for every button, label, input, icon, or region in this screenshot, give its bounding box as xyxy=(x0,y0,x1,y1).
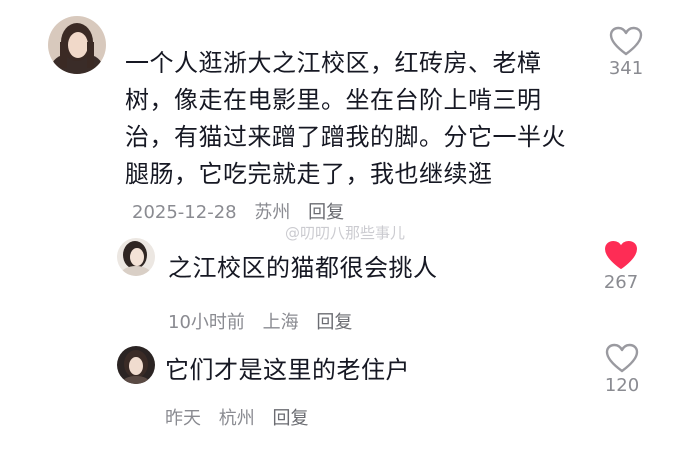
comment-line: 治，有猫过来蹭了蹭我的脚。分它一半火 xyxy=(125,123,566,151)
avatar-user-1[interactable] xyxy=(48,16,106,74)
like-count: 120 xyxy=(604,375,640,396)
comment-text-3: 它们才是这里的老住户 xyxy=(165,356,410,384)
comment-meta-3: 昨天 杭州 回复 xyxy=(165,404,320,430)
comment-line: 腿肠，它吃完就走了，我也继续逛 xyxy=(125,160,493,188)
like-count: 267 xyxy=(603,272,639,293)
comment-date: 2025-12-28 xyxy=(132,202,237,223)
comment-date: 10小时前 xyxy=(168,312,245,333)
comment-date: 昨天 xyxy=(165,408,201,429)
comment-meta-1: 2025-12-28 苏州 回复 xyxy=(132,198,356,224)
like-button-1[interactable]: 341 xyxy=(596,26,656,79)
avatar-user-3[interactable] xyxy=(117,346,155,384)
reply-button[interactable]: 回复 xyxy=(308,202,344,223)
heart-outline-icon xyxy=(609,26,643,56)
comment-line: 一个人逛浙大之江校区，红砖房、老樟 xyxy=(125,49,542,77)
comment-line: 树，像走在电影里。坐在台阶上啃三明 xyxy=(125,86,542,114)
comment-location: 杭州 xyxy=(218,408,255,429)
comment-meta-2: 10小时前 上海 回复 xyxy=(168,308,364,334)
comment-text-1: 一个人逛浙大之江校区，红砖房、老樟 树，像走在电影里。坐在台阶上啃三明 治，有猫… xyxy=(125,45,585,193)
avatar-user-2[interactable] xyxy=(117,238,155,276)
like-button-3[interactable]: 120 xyxy=(592,343,652,396)
avatar-image xyxy=(48,16,106,74)
avatar-image xyxy=(117,346,155,384)
like-count: 341 xyxy=(608,58,644,79)
like-button-2[interactable]: 267 xyxy=(591,240,651,293)
avatar-image xyxy=(117,238,155,276)
comment-text-2: 之江校区的猫都很会挑人 xyxy=(168,254,438,282)
comment-location: 苏州 xyxy=(254,202,291,223)
reply-button[interactable]: 回复 xyxy=(272,408,308,429)
reply-button[interactable]: 回复 xyxy=(316,312,352,333)
comment-location: 上海 xyxy=(262,312,299,333)
watermark: @叨叨八那些事儿 xyxy=(285,224,406,242)
heart-filled-icon xyxy=(605,241,637,269)
heart-outline-icon xyxy=(605,343,639,373)
